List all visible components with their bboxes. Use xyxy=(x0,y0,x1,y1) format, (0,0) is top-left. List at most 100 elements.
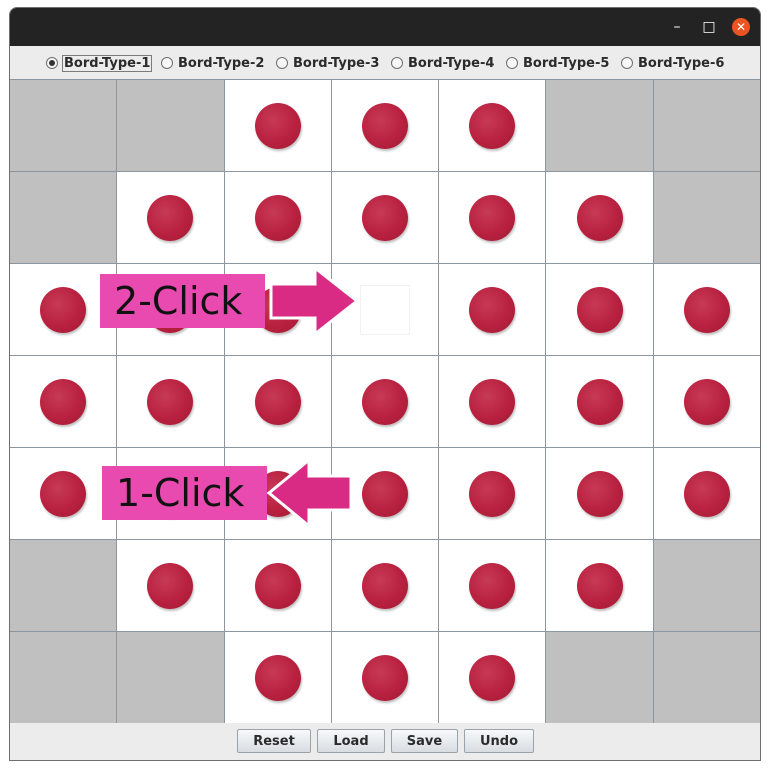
radio-bord-type-4[interactable]: Bord-Type-4 xyxy=(391,54,494,72)
peg-icon xyxy=(40,378,87,425)
load-button[interactable]: Load xyxy=(317,729,385,753)
board-cell[interactable] xyxy=(331,80,439,171)
board-cell[interactable] xyxy=(439,356,546,447)
peg-icon xyxy=(469,286,516,333)
peg-board xyxy=(10,79,760,723)
board-cell[interactable] xyxy=(10,356,117,447)
board-cell[interactable] xyxy=(439,448,546,539)
peg-icon xyxy=(683,470,730,517)
maximize-button[interactable]: □ xyxy=(700,18,718,36)
board-cell[interactable] xyxy=(331,540,439,631)
peg-icon xyxy=(469,378,516,425)
radio-dot-icon xyxy=(276,57,288,69)
board-cell[interactable] xyxy=(224,540,331,631)
board-cell xyxy=(10,80,117,171)
board-cell xyxy=(117,80,224,171)
title-bar: – □ ✕ xyxy=(10,8,760,46)
board-cell xyxy=(653,632,760,723)
board-cell[interactable] xyxy=(117,356,224,447)
peg-icon xyxy=(469,654,516,701)
radio-bord-type-3[interactable]: Bord-Type-3 xyxy=(276,54,379,72)
board-cell[interactable] xyxy=(546,356,653,447)
radio-bord-type-2[interactable]: Bord-Type-2 xyxy=(161,54,264,72)
board-cell xyxy=(653,80,760,171)
undo-button[interactable]: Undo xyxy=(464,729,534,753)
board-cell[interactable] xyxy=(439,264,546,355)
board-cell[interactable] xyxy=(224,80,331,171)
board-cell[interactable] xyxy=(331,632,439,723)
board-cell xyxy=(546,632,653,723)
peg-icon xyxy=(254,654,301,701)
peg-icon xyxy=(147,194,194,241)
board-cell[interactable] xyxy=(439,540,546,631)
radio-label: Bord-Type-3 xyxy=(293,55,380,71)
close-button[interactable]: ✕ xyxy=(732,18,750,36)
board-cell[interactable] xyxy=(653,356,760,447)
board-cell[interactable] xyxy=(331,172,439,263)
board-cell[interactable] xyxy=(117,172,224,263)
radio-label: Bord-Type-6 xyxy=(638,55,725,71)
peg-icon xyxy=(361,562,408,609)
peg-icon xyxy=(254,194,301,241)
board-cell[interactable] xyxy=(439,80,546,171)
radio-dot-icon xyxy=(46,57,58,69)
board-cell[interactable] xyxy=(224,172,331,263)
action-bar: Reset Load Save Undo xyxy=(10,723,760,760)
board-cell xyxy=(10,172,117,263)
board-cell[interactable] xyxy=(224,356,331,447)
board-cell[interactable] xyxy=(10,448,117,539)
board-cell[interactable] xyxy=(546,264,653,355)
board-cell xyxy=(653,172,760,263)
peg-icon xyxy=(361,194,408,241)
radio-label: Bord-Type-1 xyxy=(61,54,153,72)
radio-bord-type-1[interactable]: Bord-Type-1 xyxy=(46,54,153,72)
board-cell[interactable] xyxy=(546,448,653,539)
board-cell[interactable] xyxy=(653,448,760,539)
radio-label: Bord-Type-4 xyxy=(408,55,495,71)
radio-label: Bord-Type-2 xyxy=(178,55,265,71)
minimize-button[interactable]: – xyxy=(668,18,686,36)
peg-icon xyxy=(576,562,623,609)
save-button[interactable]: Save xyxy=(391,729,458,753)
peg-icon xyxy=(361,470,408,517)
peg-icon xyxy=(147,562,194,609)
board-cell[interactable] xyxy=(331,356,439,447)
peg-icon xyxy=(147,378,194,425)
board-cell xyxy=(653,540,760,631)
app-window: – □ ✕ Bord-Type-1 Bord-Type-2 Bord-Type-… xyxy=(9,7,761,761)
radio-bord-type-6[interactable]: Bord-Type-6 xyxy=(621,54,724,72)
peg-icon xyxy=(469,102,516,149)
peg-icon xyxy=(469,194,516,241)
board-cell xyxy=(10,632,117,723)
board-cell[interactable] xyxy=(546,540,653,631)
board-cell xyxy=(10,540,117,631)
board-cell[interactable] xyxy=(224,632,331,723)
radio-dot-icon xyxy=(621,57,633,69)
radio-bord-type-5[interactable]: Bord-Type-5 xyxy=(506,54,609,72)
peg-icon xyxy=(576,286,623,333)
peg-icon xyxy=(361,102,408,149)
board-cell[interactable] xyxy=(546,172,653,263)
peg-icon xyxy=(576,194,623,241)
peg-icon xyxy=(254,102,301,149)
peg-icon xyxy=(40,286,87,333)
peg-icon xyxy=(40,470,87,517)
peg-icon xyxy=(683,378,730,425)
board-cell[interactable] xyxy=(439,172,546,263)
peg-icon xyxy=(361,654,408,701)
arrow-left-icon xyxy=(266,456,353,530)
board-cell[interactable] xyxy=(117,540,224,631)
board-cell[interactable] xyxy=(439,632,546,723)
radio-dot-icon xyxy=(161,57,173,69)
peg-icon xyxy=(254,562,301,609)
radio-dot-icon xyxy=(506,57,518,69)
callout-1-click: 1-Click xyxy=(102,466,267,520)
board-type-selector: Bord-Type-1 Bord-Type-2 Bord-Type-3 Bord… xyxy=(10,46,760,79)
radio-dot-icon xyxy=(391,57,403,69)
peg-icon xyxy=(469,470,516,517)
peg-icon xyxy=(469,562,516,609)
board-cell[interactable] xyxy=(653,264,760,355)
board-cell xyxy=(546,80,653,171)
reset-button[interactable]: Reset xyxy=(237,729,311,753)
arrow-right-icon xyxy=(269,264,360,338)
